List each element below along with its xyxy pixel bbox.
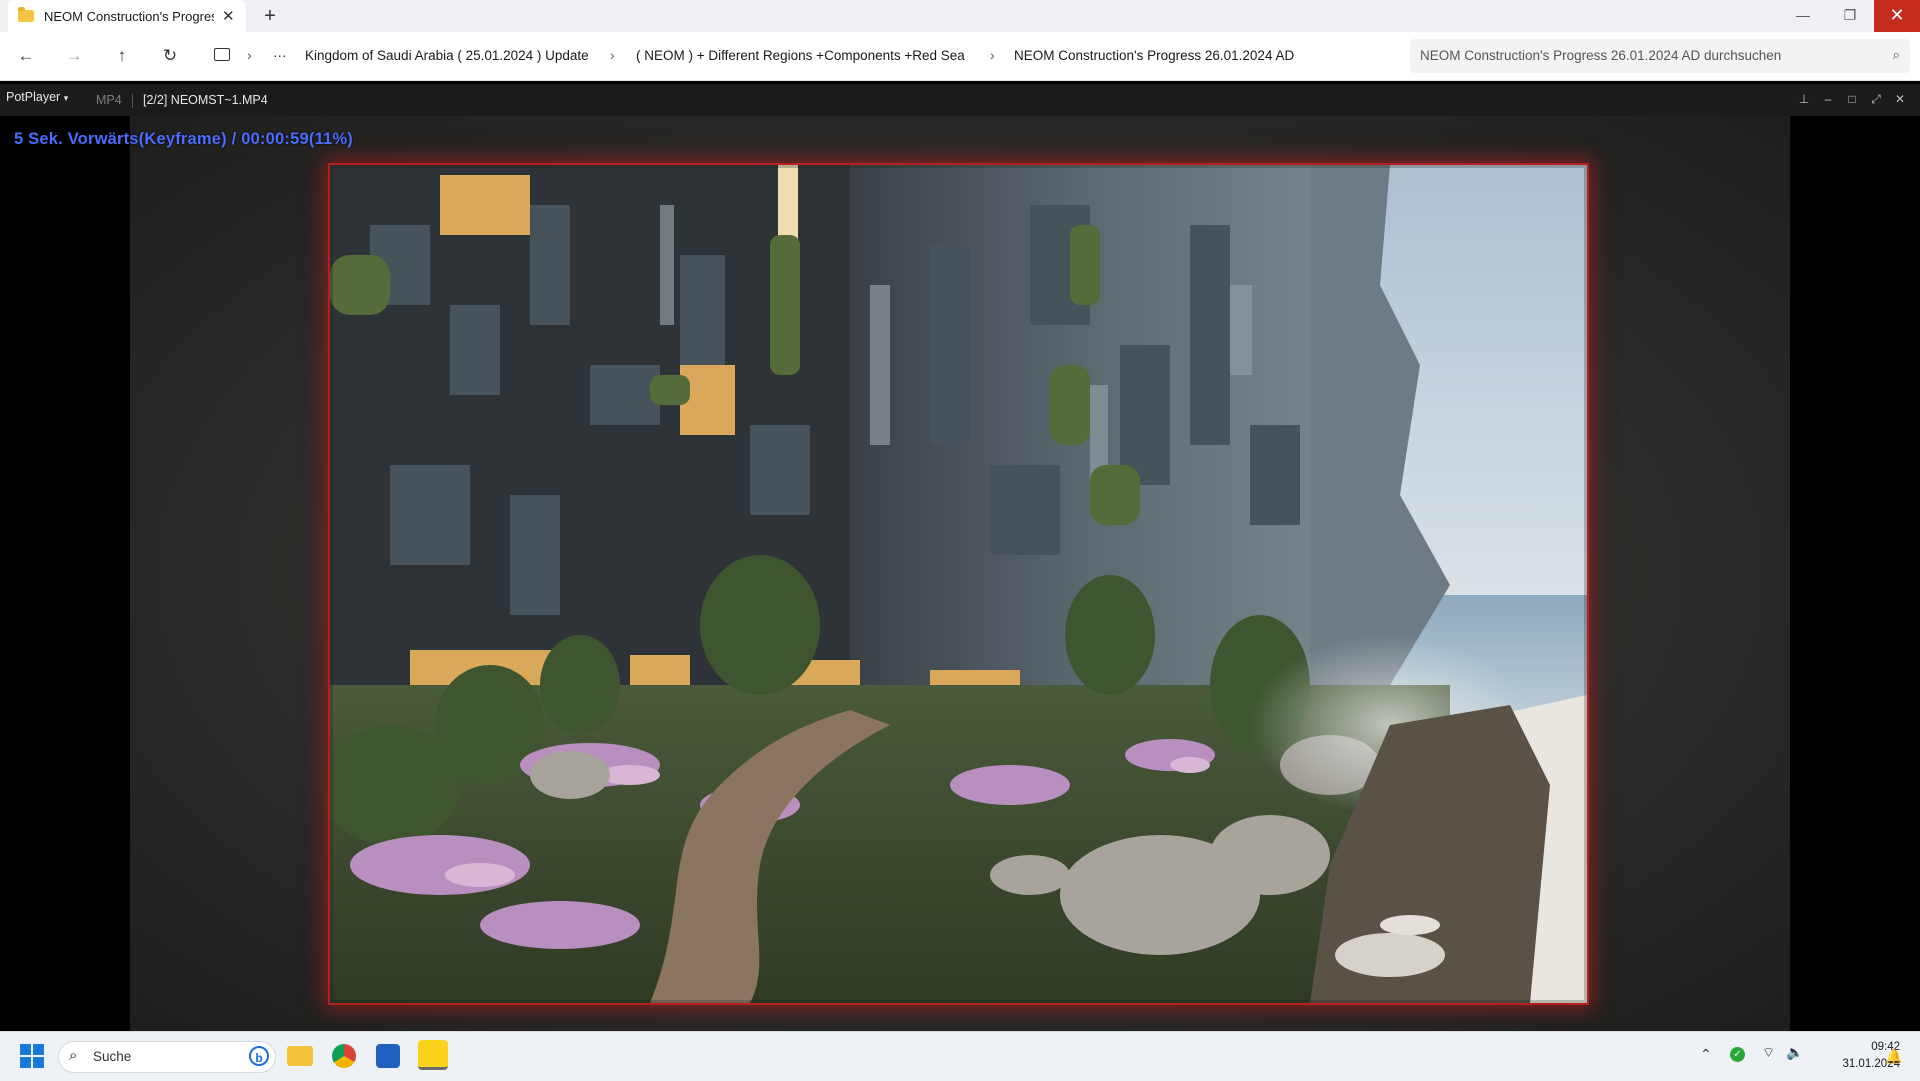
chevron-right-icon: › — [610, 47, 615, 63]
chevron-right-icon: › — [990, 47, 995, 63]
title-bar — [0, 0, 1920, 32]
player-minimize-button[interactable]: – — [1818, 92, 1838, 106]
tab-close-button[interactable]: ✕ — [222, 7, 235, 25]
bing-icon[interactable]: b — [249, 1046, 269, 1066]
this-pc-icon[interactable] — [214, 48, 230, 61]
notification-bell-icon[interactable]: 🔔 — [1885, 1048, 1902, 1065]
back-button[interactable]: ← — [14, 44, 38, 68]
taskbar-search-input[interactable]: ⌕ Suche b — [58, 1041, 276, 1073]
forward-button[interactable]: → — [62, 44, 86, 68]
breadcrumb-item[interactable]: NEOM Construction's Progress 26.01.2024 … — [1014, 48, 1294, 63]
search-icon: ⌕ — [69, 1047, 78, 1064]
player-maximize-button[interactable]: □ — [1842, 92, 1862, 106]
restore-button[interactable]: ❐ — [1827, 0, 1873, 32]
breadcrumb-item[interactable]: Kingdom of Saudi Arabia ( 25.01.2024 ) U… — [305, 48, 589, 63]
security-shield-icon[interactable]: ✓ — [1730, 1047, 1745, 1062]
chevron-up-icon[interactable]: ⌃ — [1700, 1046, 1712, 1063]
up-button[interactable]: ↑ — [110, 44, 134, 68]
file-explorer-icon[interactable] — [287, 1046, 313, 1066]
osd-seek-message: 5 Sek. Vorwärts(Keyframe) / 00:00:59(11%… — [14, 130, 353, 148]
search-icon: ⌕ — [1892, 47, 1900, 62]
chrome-icon[interactable] — [332, 1044, 356, 1068]
potplayer-icon[interactable] — [418, 1040, 448, 1070]
wifi-icon[interactable]: ⌔ — [1762, 1044, 1775, 1062]
player-menu-button[interactable]: PotPlayer ▾ — [6, 90, 68, 104]
player-close-button[interactable]: ✕ — [1890, 92, 1910, 106]
player-fullscreen-button[interactable]: ⤢ — [1866, 92, 1886, 107]
breadcrumb-more[interactable]: ··· — [273, 48, 287, 63]
browser-tab[interactable]: NEOM Construction's Progress ✕ — [8, 0, 246, 32]
chevron-right-icon: › — [247, 47, 252, 63]
player-file-label: [2/2] NEOMST~1.MP4 — [143, 93, 268, 107]
volume-icon[interactable]: 🔈 — [1786, 1044, 1803, 1061]
windows-start-icon[interactable] — [20, 1044, 44, 1068]
search-placeholder: NEOM Construction's Progress 26.01.2024 … — [1420, 48, 1782, 63]
breadcrumb-item[interactable]: ( NEOM ) + Different Regions +Components… — [636, 48, 965, 63]
folder-icon — [18, 7, 34, 22]
pin-icon[interactable]: ⊥ — [1794, 92, 1814, 106]
tab-title: NEOM Construction's Progress — [44, 8, 214, 24]
chevron-down-icon: ▾ — [63, 93, 69, 103]
refresh-button[interactable]: ↻ — [158, 44, 182, 68]
taskbar-search-label: Suche — [93, 1049, 132, 1064]
player-format: MP4 — [96, 93, 122, 107]
divider — [132, 94, 133, 108]
new-tab-button[interactable]: + — [258, 4, 282, 28]
minimize-button[interactable]: — — [1780, 0, 1826, 32]
video-frame — [330, 165, 1587, 1003]
store-icon[interactable] — [376, 1044, 400, 1068]
player-menu-label: PotPlayer — [6, 90, 61, 104]
player-toolbar — [0, 84, 1920, 116]
search-input[interactable]: NEOM Construction's Progress 26.01.2024 … — [1410, 39, 1910, 73]
window-close-button[interactable]: ✕ — [1874, 0, 1920, 32]
